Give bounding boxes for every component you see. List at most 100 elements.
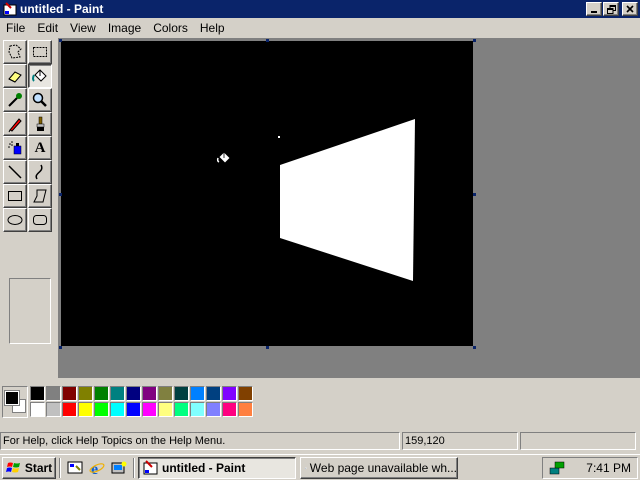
airbrush-tool[interactable] (3, 136, 27, 160)
palette-swatch[interactable] (158, 402, 173, 417)
menu-edit[interactable]: Edit (31, 21, 64, 35)
curve-tool[interactable] (28, 160, 52, 184)
taskbar-separator (59, 457, 61, 478)
brush-icon (36, 116, 45, 131)
rectangle-icon (8, 191, 22, 201)
palette-swatch[interactable] (142, 386, 157, 401)
drawing-canvas[interactable] (61, 41, 473, 346)
close-icon (626, 5, 634, 13)
palette-swatch[interactable] (30, 402, 45, 417)
rectangle-select-icon (33, 47, 47, 57)
task-button-browser[interactable]: e Web page unavailable wh... (300, 456, 458, 479)
minimize-icon (591, 11, 597, 13)
foreground-color (4, 390, 20, 406)
palette-swatch[interactable] (190, 402, 205, 417)
window-title: untitled - Paint (20, 2, 104, 16)
system-tray: 7:41 PM (542, 457, 638, 479)
line-icon (8, 165, 22, 179)
palette-swatch[interactable] (78, 402, 93, 417)
palette-swatch[interactable] (78, 386, 93, 401)
palette-swatch[interactable] (110, 386, 125, 401)
menu-colors[interactable]: Colors (147, 21, 194, 35)
palette-swatch[interactable] (206, 386, 221, 401)
menu-file[interactable]: File (0, 21, 31, 35)
rounded-rectangle-tool[interactable] (28, 208, 52, 232)
fill-tool[interactable] (28, 64, 52, 88)
ellipse-tool[interactable] (3, 208, 27, 232)
palette-swatch[interactable] (94, 402, 109, 417)
menu-help[interactable]: Help (194, 21, 231, 35)
resize-handle-top-right (473, 39, 476, 42)
status-bar: For Help, click Help Topics on the Help … (0, 430, 640, 452)
task-label-browser: Web page unavailable wh... (309, 460, 457, 475)
start-label: Start (24, 460, 53, 475)
close-button[interactable] (622, 2, 638, 16)
maximize-button[interactable] (603, 2, 619, 16)
palette-swatch[interactable] (158, 386, 173, 401)
palette-swatch[interactable] (142, 402, 157, 417)
free-form-select-tool[interactable] (3, 40, 27, 64)
palette-swatch[interactable] (190, 386, 205, 401)
palette-swatch[interactable] (126, 402, 141, 417)
text-icon: A (34, 139, 46, 156)
palette-swatch[interactable] (46, 386, 61, 401)
internet-explorer-icon[interactable]: e (88, 459, 106, 477)
palette-swatch[interactable] (174, 402, 189, 417)
polygon-tool[interactable] (28, 184, 52, 208)
pick-color-tool[interactable] (3, 88, 27, 112)
menu-view[interactable]: View (64, 21, 102, 35)
palette-swatch[interactable] (94, 386, 109, 401)
task-label-paint: untitled - Paint (162, 460, 246, 475)
clock[interactable]: 7:41 PM (586, 461, 631, 475)
select-tool[interactable] (28, 40, 52, 64)
magnifier-icon (32, 92, 47, 107)
palette-swatch[interactable] (206, 402, 221, 417)
status-selection-size (520, 432, 636, 450)
palette-swatch[interactable] (62, 402, 77, 417)
palette-swatch[interactable] (126, 386, 141, 401)
eraser-tool[interactable] (3, 64, 27, 88)
brush-tool[interactable] (28, 112, 52, 136)
paint-icon (143, 459, 158, 474)
title-bar[interactable]: untitled - Paint (0, 0, 640, 18)
curve-icon (35, 164, 43, 180)
drawing-workspace[interactable] (58, 38, 640, 378)
taskbar: Start e untitled - Paint e Web page unav… (0, 454, 640, 480)
minimize-button[interactable] (586, 2, 602, 16)
pencil-icon (8, 118, 22, 133)
paint-bucket-icon (32, 69, 47, 82)
channels-icon[interactable] (110, 459, 128, 477)
menu-bar: File Edit View Image Colors Help (0, 18, 640, 38)
palette-swatch[interactable] (174, 386, 189, 401)
palette-swatch[interactable] (222, 402, 237, 417)
palette-swatch[interactable] (110, 402, 125, 417)
magnifier-tool[interactable] (28, 88, 52, 112)
task-button-paint[interactable]: untitled - Paint (138, 456, 296, 479)
text-tool[interactable]: A (28, 136, 52, 160)
palette-swatch[interactable] (222, 386, 237, 401)
palette-swatch[interactable] (30, 386, 45, 401)
rectangle-tool[interactable] (3, 184, 27, 208)
start-button[interactable]: Start (2, 456, 56, 479)
eraser-icon (8, 71, 22, 83)
resize-handle-bottom-right[interactable] (473, 346, 476, 349)
resize-handle-right[interactable] (473, 193, 476, 196)
network-icon[interactable] (549, 460, 565, 476)
paint-app-icon[interactable] (2, 1, 18, 17)
airbrush-icon (8, 141, 22, 155)
palette-swatch[interactable] (238, 386, 253, 401)
ellipse-icon (7, 215, 23, 225)
line-tool[interactable] (3, 160, 27, 184)
current-colors (2, 386, 28, 418)
menu-image[interactable]: Image (102, 21, 147, 35)
resize-handle-bottom[interactable] (266, 346, 269, 349)
rounded-rectangle-icon (33, 215, 47, 225)
pencil-tool[interactable] (3, 112, 27, 136)
palette-swatch[interactable] (62, 386, 77, 401)
free-form-select-icon (8, 44, 22, 59)
tool-options-box[interactable] (9, 278, 51, 344)
palette-swatch[interactable] (46, 402, 61, 417)
status-coordinates: 159,120 (402, 432, 518, 450)
palette-swatch[interactable] (238, 402, 253, 417)
show-desktop-icon[interactable] (66, 459, 84, 477)
